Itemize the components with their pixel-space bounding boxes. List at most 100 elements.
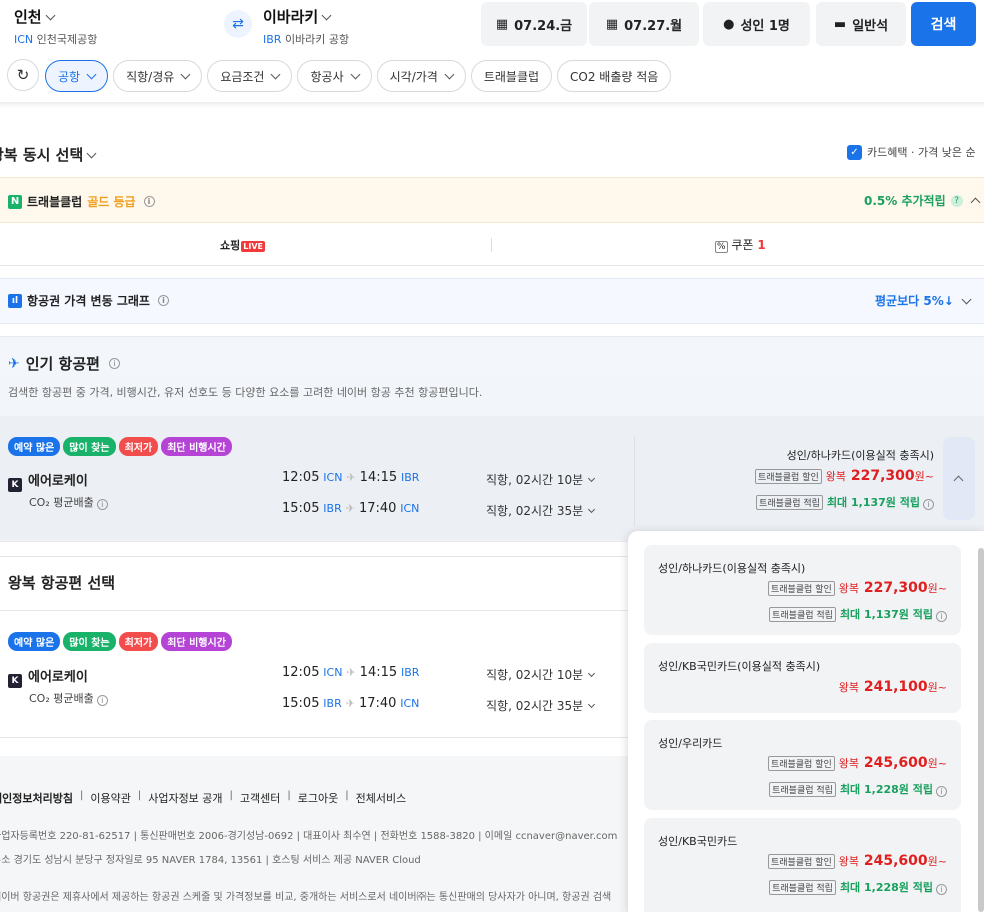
collapse-button[interactable]: [943, 437, 975, 520]
badge-shortest-time: 최단 비행시간: [161, 632, 232, 651]
fare-option[interactable]: 성인/하나카드(이용실적 충족시) 트래블클럽 할인 왕복 227,300원~ 트…: [644, 545, 961, 635]
travelclub-reward-tag: 트래블클럽 적립: [769, 782, 836, 797]
airline-label: 에어로케이: [28, 670, 88, 685]
filter-label: 트래블클럽: [483, 69, 540, 84]
filter-airline[interactable]: 항공사: [297, 60, 372, 92]
airline-logo-icon: K: [8, 478, 22, 492]
privacy-link[interactable]: 개인정보처리방침: [0, 790, 73, 806]
bar-chart-icon: ıl: [8, 293, 22, 308]
filter-fare[interactable]: 요금조건: [207, 60, 293, 92]
chevron-down-icon[interactable]: [961, 294, 972, 305]
help-icon[interactable]: ?: [950, 194, 963, 207]
chevron-down-icon: [180, 69, 191, 79]
card-benefit-sort[interactable]: ✓ 카드혜택 · 가격 낮은 순: [847, 144, 976, 160]
live-badge: LIVE: [241, 241, 265, 252]
price-graph-summary-text: 평균보다 5%↓: [875, 294, 954, 308]
reward-value: 최대 1,228원 적립: [839, 881, 933, 894]
chevron-down-icon: [45, 10, 56, 21]
co2-info: CO₂ 평균배출 i: [29, 690, 108, 706]
filter-direct[interactable]: 직항/경유: [113, 60, 203, 92]
dep-time: 15:05: [282, 696, 320, 711]
info-icon[interactable]: i: [936, 786, 947, 797]
search-button[interactable]: 검색: [911, 2, 976, 46]
info-icon[interactable]: i: [143, 196, 155, 207]
refresh-icon[interactable]: ↻: [7, 59, 39, 91]
fare-name: 성인/KB국민카드(이용실적 충족시): [658, 660, 821, 673]
sort-title[interactable]: 왕복 동시 선택: [0, 144, 97, 165]
badge-most-booked: 예약 많은: [8, 632, 61, 651]
top-fare-price: 트래블클럽 할인 왕복 227,300원~: [640, 468, 934, 484]
arr-time: 14:15: [359, 470, 398, 485]
shopping-live-link[interactable]: 쇼핑 LIVE: [220, 237, 265, 253]
destination-selector[interactable]: 이바라키 IBR 이바라키 공항: [263, 6, 349, 47]
swap-icon[interactable]: ⇄: [224, 10, 252, 38]
fare-option[interactable]: 성인/KB국민카드 트래블클럽 할인 왕복 245,600원~ 트래블클럽 적립 최…: [644, 818, 961, 912]
cabin-button[interactable]: ▬ 일반석: [816, 2, 906, 46]
all-services-link[interactable]: 전체서비스: [356, 790, 407, 806]
info-icon[interactable]: i: [96, 499, 108, 510]
coupon-link[interactable]: % 쿠폰 1: [715, 236, 766, 253]
popular-description: 검색한 항공편 중 가격, 비행시간, 유저 선호도 등 다양한 요소를 고려한…: [8, 386, 483, 399]
travelclub-reward-tag: 트래블클럽 적립: [756, 495, 823, 510]
fare-option[interactable]: 성인/KB국민카드(이용실적 충족시) 왕복 241,100원~: [644, 643, 961, 713]
filter-time-price[interactable]: 시각/가격: [376, 60, 466, 92]
travelclub-grade: 골드 등급: [87, 195, 136, 209]
price-value: 241,100: [863, 679, 928, 695]
filter-label: 직항/경유: [126, 69, 175, 84]
divider: [0, 610, 630, 611]
filter-co2[interactable]: CO2 배출량 적음: [557, 60, 672, 92]
price-suffix: 원~: [914, 470, 934, 483]
scrollbar[interactable]: [978, 548, 984, 912]
info-icon[interactable]: i: [96, 695, 108, 706]
badge-most-searched: 많이 찾는: [63, 632, 116, 651]
badge-row: 예약 많은 많이 찾는 최저가 최단 비행시간: [8, 437, 235, 456]
badge-most-booked: 예약 많은: [8, 437, 61, 456]
plane-icon: ✈: [346, 666, 356, 679]
fare-option[interactable]: 성인/우리카드 트래블클럽 할인 왕복 245,600원~ 트래블클럽 적립 최대 …: [644, 720, 961, 810]
price-value: 227,300: [850, 468, 915, 484]
airline-name[interactable]: K 에어로케이: [8, 666, 88, 688]
arr-airport: ICN: [400, 502, 420, 515]
person-icon: ●: [723, 16, 735, 32]
dep-airport: ICN: [323, 471, 343, 484]
return-duration[interactable]: 직항, 02시간 35분: [486, 697, 596, 714]
origin-selector[interactable]: 인천 ICN 인천국제공항: [14, 6, 97, 47]
travelclub-info: N 트래블클럽 골드 등급 i: [8, 193, 155, 210]
badge-shortest-time: 최단 비행시간: [161, 437, 232, 456]
filter-label: 시각/가격: [389, 69, 438, 84]
info-icon[interactable]: i: [936, 884, 947, 895]
reward-value: 최대 1,137원 적립: [839, 608, 933, 621]
footer-disclaimer: 네이버 항공권은 제휴사에서 제공하는 항공권 스케줄 및 가격정보를 비교, …: [0, 892, 612, 903]
info-icon[interactable]: i: [936, 611, 947, 622]
outbound-duration[interactable]: 직항, 02시간 10분: [486, 666, 596, 683]
info-icon[interactable]: i: [157, 295, 169, 306]
dep-airport: IBR: [323, 697, 342, 710]
logout-link[interactable]: 로그아웃: [298, 790, 338, 806]
plane-icon: ✈: [345, 502, 355, 515]
depart-date-button[interactable]: ▦ 07.24.금: [481, 2, 587, 46]
checkbox-icon[interactable]: ✓: [847, 144, 862, 160]
price-suffix: 원~: [927, 582, 947, 595]
plane-icon: ✈: [346, 471, 356, 484]
return-date-button[interactable]: ▦ 07.27.월: [589, 2, 699, 46]
filter-travelclub[interactable]: 트래블클럽: [470, 60, 553, 92]
customer-center-link[interactable]: 고객센터: [240, 790, 280, 806]
business-info-link[interactable]: 사업자정보 공개: [148, 790, 222, 806]
arr-airport: IBR: [400, 471, 420, 484]
terms-link[interactable]: 이용약관: [90, 790, 130, 806]
passengers-button[interactable]: ● 성인 1명: [703, 2, 810, 46]
price-prefix: 왕복: [838, 681, 860, 694]
info-icon[interactable]: i: [108, 358, 120, 369]
return-duration[interactable]: 직항, 02시간 35분: [486, 502, 596, 519]
fare-name: 성인/KB국민카드: [658, 835, 738, 848]
arr-time: 14:15: [359, 665, 398, 680]
price-suffix: 원~: [927, 681, 947, 694]
popular-title: 인기 항공편: [25, 355, 100, 373]
travelclub-reward-text: 0.5% 추가적립: [864, 194, 946, 208]
checkbox-label: 카드혜택 · 가격 낮은 순: [867, 146, 976, 159]
footer-links: 개인정보처리방침 | 이용약관 | 사업자정보 공개 | 고객센터 | 로그아웃 | 전체…: [0, 790, 406, 806]
outbound-duration[interactable]: 직항, 02시간 10분: [486, 471, 596, 488]
chevron-up-icon[interactable]: [970, 197, 981, 208]
info-icon[interactable]: i: [923, 499, 934, 510]
filter-airport[interactable]: 공항: [45, 60, 109, 92]
